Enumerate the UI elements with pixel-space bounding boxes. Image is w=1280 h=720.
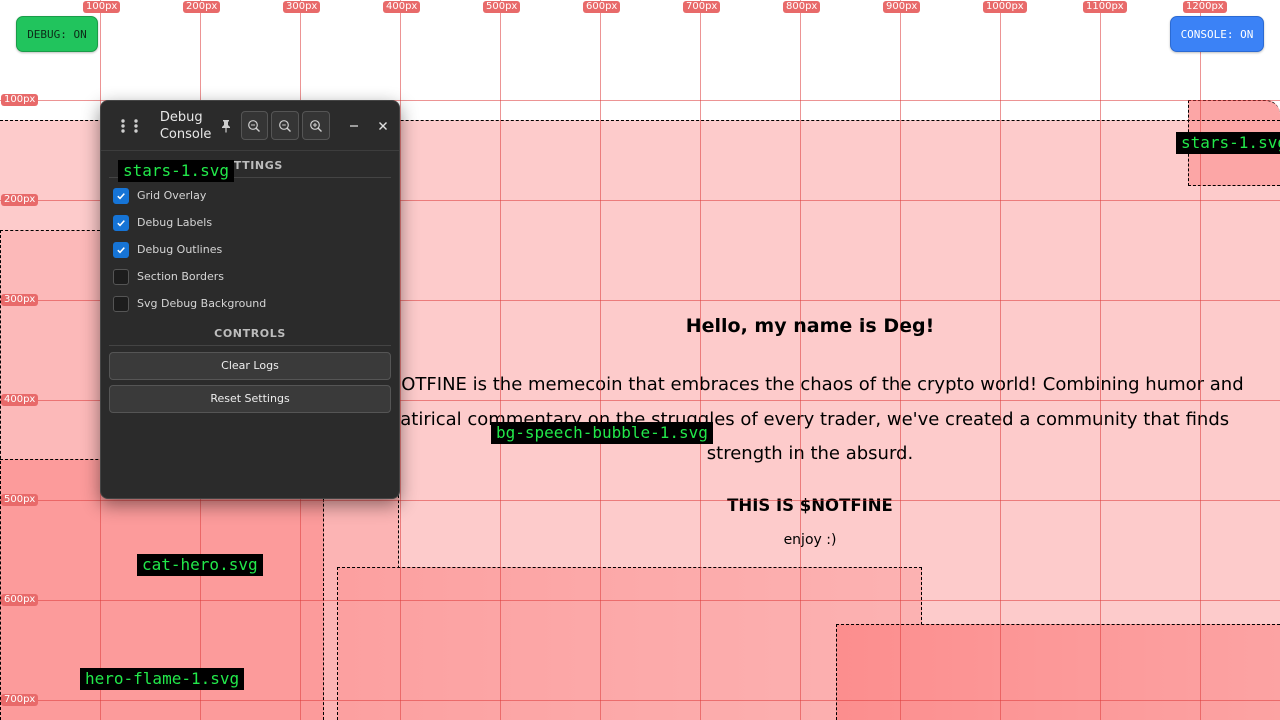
controls-list: Clear Logs Reset Settings [101,352,399,413]
hello-heading: Hello, my name is Deg! [685,315,935,337]
grid-label-y: 500px [1,494,39,506]
grid-line-vertical [1100,0,1101,720]
grid-label-x: 1100px [1083,1,1127,13]
setting-checkbox[interactable] [113,214,129,231]
grid-label-x: 200px [183,1,221,13]
drag-handle-icon[interactable] [119,114,142,138]
setting-row[interactable]: Svg Debug Background [101,290,399,317]
check-icon [117,192,125,199]
grid-label-x: 900px [883,1,921,13]
setting-label: Debug Labels [137,216,213,229]
grid-line-vertical [800,0,801,720]
settings-list: Grid Overlay Debug Labels Debug Outlines Se… [101,182,399,317]
grid-label-y: 300px [1,294,39,306]
grid-label-x: 300px [283,1,321,13]
grid-label-x: 700px [683,1,721,13]
debug-label-cat-hero: cat-hero.svg [137,554,263,576]
bottom-right-decoration-region [836,624,1280,720]
debug-label-stars-right: stars-1.svg [1176,132,1280,154]
grid-line-horizontal [0,500,1280,501]
close-icon[interactable] [376,114,391,138]
enjoy-text: enjoy :) [783,532,837,548]
grid-line-vertical [1000,0,1001,720]
grid-label-y: 400px [1,394,39,406]
setting-row[interactable]: Section Borders [101,263,399,290]
debug-label-hero-flame: hero-flame-1.svg [80,668,245,690]
minimize-icon[interactable] [347,114,362,138]
grid-label-y: 600px [1,594,39,606]
grid-line-horizontal [0,700,1280,701]
check-icon [117,219,125,226]
setting-row[interactable]: Grid Overlay [101,182,399,209]
debug-label-speech-bubble: bg-speech-bubble-1.svg [491,422,713,444]
setting-checkbox[interactable] [113,268,129,285]
setting-row[interactable]: Debug Labels [101,209,399,236]
console-header: Debug Console [101,101,399,151]
grid-line-vertical [600,0,601,720]
grid-line-horizontal [0,600,1280,601]
setting-label: Debug Outlines [137,243,223,256]
intro-paragraph: $NOTFINE is the memecoin that embraces t… [360,368,1260,472]
grid-line-vertical [900,0,901,720]
console-title: Debug Console [159,109,212,142]
speech-bubble-region [337,567,922,720]
zoom-out-icon[interactable] [240,111,269,140]
setting-label: Svg Debug Background [137,297,267,310]
grid-line-vertical [1200,0,1201,720]
debug-label-stars-left: stars-1.svg [118,160,234,182]
grid-label-y: 100px [1,94,39,106]
grid-label-x: 400px [383,1,421,13]
grid-label-x: 1200px [1183,1,1227,13]
grid-label-x: 500px [483,1,521,13]
setting-label: Section Borders [137,270,224,283]
grid-label-y: 700px [1,694,39,706]
grid-label-x: 100px [83,1,121,13]
console-toggle-button[interactable]: CONSOLE: ON [1170,16,1264,52]
zoom-in-icon[interactable] [301,111,330,140]
setting-checkbox[interactable] [113,187,129,204]
setting-row[interactable]: Debug Outlines [101,236,399,263]
setting-checkbox[interactable] [113,295,129,312]
grid-label-x: 800px [783,1,821,13]
setting-label: Grid Overlay [137,189,207,202]
reset-settings-button[interactable]: Reset Settings [109,385,391,413]
grid-line-vertical [400,0,401,720]
setting-checkbox[interactable] [113,241,129,258]
check-icon [117,246,125,253]
grid-label-x: 1000px [983,1,1027,13]
grid-line-vertical [700,0,701,720]
grid-label-x: 600px [583,1,621,13]
zoom-reset-icon[interactable] [271,111,299,140]
clear-logs-button[interactable]: Clear Logs [109,352,391,380]
intro-paragraph-line-1: $NOTFINE is the memecoin that embraces t… [376,374,1244,395]
debug-toggle-button[interactable]: DEBUG: ON [16,16,98,52]
controls-section-title: CONTROLS [109,327,391,346]
grid-label-y: 200px [1,194,39,206]
pin-icon[interactable] [217,114,234,138]
tagline-heading: THIS IS $NOTFINE [727,496,893,515]
grid-line-vertical [500,0,501,720]
